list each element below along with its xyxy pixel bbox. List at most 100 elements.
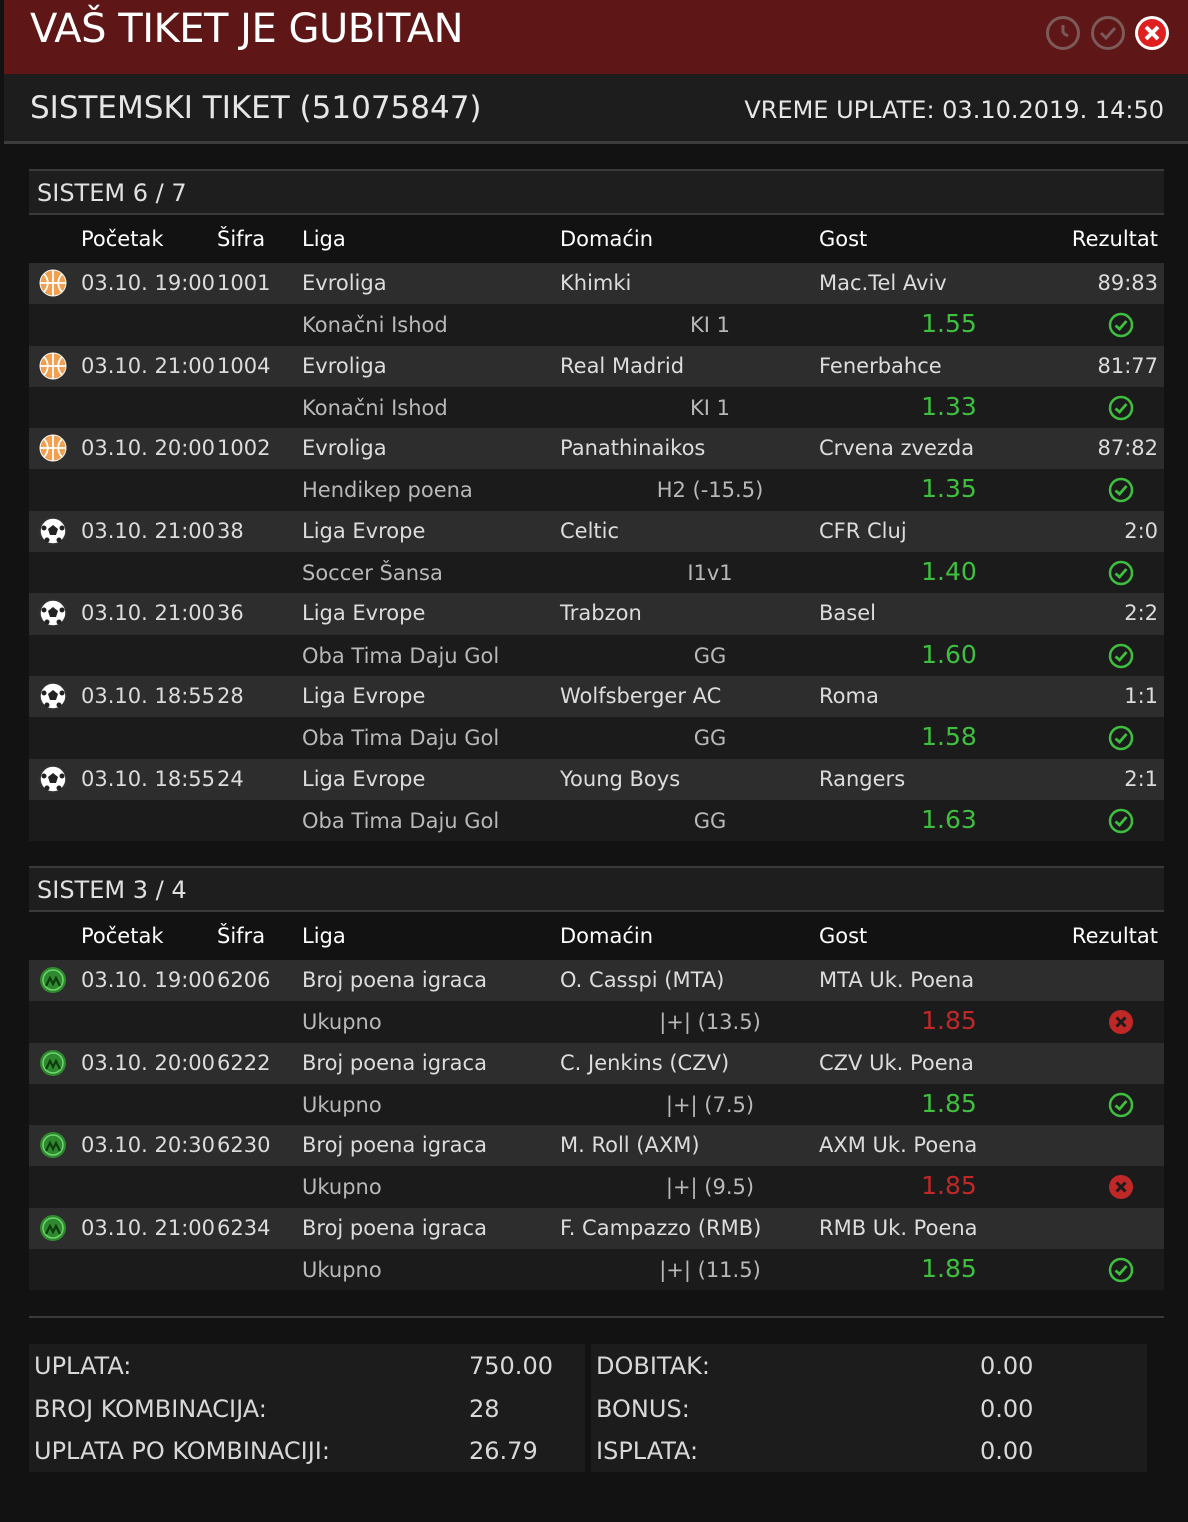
bet-tip: GG	[693, 808, 727, 833]
match-league: Broj poena igraca	[302, 968, 487, 992]
summary-row: UPLATA PO KOMBINACIJI: 26.79	[29, 1429, 585, 1472]
col-code: Šifra	[217, 924, 266, 948]
match-league: Broj poena igraca	[302, 1133, 487, 1158]
match-row: 03.10. 21:00 38 Liga Evrope Celtic CFR Cluj 2…	[29, 510, 1164, 553]
column-headers: Početak Šifra Liga Domaćin Gost Rezultat	[29, 912, 1164, 960]
summary-left: UPLATA: 750.00 BROJ KOMBINACIJA: 28 UPLATA…	[29, 1344, 585, 1474]
check-circle-icon	[1108, 643, 1134, 669]
match-row: 03.10. 20:00 6222 Broj poena igraca C. Jenk…	[29, 1042, 1164, 1084]
close-icon[interactable]	[1135, 16, 1169, 50]
summary-value: 750.00	[469, 1352, 553, 1380]
col-away: Gost	[819, 227, 868, 251]
summary-row: UPLATA: 750.00	[29, 1344, 585, 1387]
match-row: 03.10. 21:00 36 Liga Evrope Trabzon Basel 2:2	[29, 593, 1164, 635]
match-row: 03.10. 18:55 24 Liga Evrope Young Boys Range…	[29, 758, 1164, 800]
match-code: 38	[217, 518, 244, 543]
match-home: C. Jenkins (CZV)	[560, 1050, 730, 1075]
match-code: 6230	[217, 1133, 271, 1158]
summary-row: DOBITAK: 0.00	[591, 1344, 1147, 1387]
player-specials-icon	[38, 1130, 68, 1160]
bet-odd: 1.33	[921, 391, 977, 421]
summary-value: 0.00	[980, 1437, 1034, 1466]
col-home: Domaćin	[560, 227, 654, 251]
bet-tip: |+| (11.5)	[659, 1258, 761, 1283]
check-icon[interactable]	[1091, 16, 1125, 50]
check-circle-icon	[1108, 477, 1134, 503]
bet-odd: 1.35	[921, 474, 977, 504]
bet-market: Ukupno	[302, 1175, 382, 1200]
summary-right: DOBITAK: 0.00 BONUS: 0.00 ISPLATA: 0.00	[591, 1344, 1147, 1474]
football-icon	[38, 681, 68, 711]
title-bar: VAŠ TIKET JE GUBITAN	[4, 0, 1188, 74]
match-away: MTA Uk. Poena	[819, 968, 975, 992]
football-icon	[38, 516, 68, 546]
bet-market: Konačni Ishod	[302, 395, 448, 420]
col-start: Početak	[81, 924, 164, 948]
match-away: CFR Cluj	[819, 518, 907, 543]
system-title: SISTEM 3 / 4	[29, 866, 1164, 912]
match-row: 03.10. 19:00 6206 Broj poena igraca O. Cass…	[29, 960, 1164, 1002]
match-home: F. Campazzo (RMB)	[560, 1215, 762, 1240]
bet-odd: 1.85	[921, 1254, 977, 1284]
bet-row: Ukupno |+| (13.5) 1.85	[29, 1001, 1164, 1043]
match-code: 24	[217, 766, 244, 791]
match-home: Celtic	[560, 518, 620, 543]
match-row: 03.10. 20:00 1002 Evroliga Panathinaikos Crv…	[29, 428, 1164, 470]
bet-odd: 1.58	[921, 722, 977, 752]
bet-market: Ukupno	[302, 1010, 382, 1035]
bet-row: Ukupno |+| (7.5) 1.85	[29, 1083, 1164, 1126]
match-row: 03.10. 18:55 28 Liga Evrope Wolfsberger AC R…	[29, 675, 1164, 718]
match-away: Fenerbahce	[819, 353, 942, 378]
check-circle-icon	[1108, 1092, 1134, 1118]
bet-tip: GG	[693, 643, 727, 668]
check-circle-icon	[1108, 725, 1134, 751]
ticket-id: SISTEMSKI TIKET (51075847)	[30, 90, 482, 126]
match-home: M. Roll (AXM)	[560, 1133, 700, 1158]
bet-row: Soccer Šansa I1v1 1.40	[29, 552, 1164, 594]
summary-value: 28	[469, 1394, 500, 1423]
bet-tip: GG	[693, 726, 727, 751]
match-row: 03.10. 19:00 1001 Evroliga Khimki Mac.Tel Av…	[29, 263, 1164, 305]
match-result: 2:1	[1124, 766, 1158, 791]
bet-odd: 1.85	[921, 1088, 977, 1118]
match-home: Young Boys	[560, 766, 681, 791]
summary-label: DOBITAK:	[596, 1352, 710, 1380]
summary-label: BROJ KOMBINACIJA:	[34, 1394, 267, 1423]
summary-row: BROJ KOMBINACIJA: 28	[29, 1386, 585, 1430]
match-code: 28	[217, 683, 244, 708]
summary-label: UPLATA:	[34, 1352, 132, 1380]
match-league: Broj poena igraca	[302, 1215, 487, 1240]
match-code: 6222	[217, 1050, 271, 1075]
ticket-summary: UPLATA: 750.00 BROJ KOMBINACIJA: 28 UPLATA…	[29, 1316, 1164, 1476]
col-league: Liga	[302, 924, 346, 948]
match-league: Liga Evrope	[302, 683, 426, 708]
bet-row: Konačni Ishod KI 1 1.55	[29, 304, 1164, 346]
match-start: 03.10. 21:00	[81, 518, 215, 543]
match-home: Wolfsberger AC	[560, 683, 722, 708]
match-home: Trabzon	[560, 601, 642, 626]
bet-row: Oba Tima Daju Gol GG 1.60	[29, 634, 1164, 676]
match-code: 1004	[217, 353, 271, 378]
football-icon	[38, 598, 68, 628]
match-league: Broj poena igraca	[302, 1050, 487, 1075]
summary-value: 0.00	[980, 1352, 1034, 1380]
x-circle-icon	[1108, 1009, 1134, 1035]
bet-market: Oba Tima Daju Gol	[302, 808, 500, 833]
col-league: Liga	[302, 227, 346, 251]
summary-value: 26.79	[469, 1437, 538, 1466]
clock-icon[interactable]	[1046, 16, 1080, 50]
summary-label: BONUS:	[596, 1394, 690, 1423]
football-icon	[38, 764, 68, 794]
col-start: Početak	[81, 227, 164, 251]
match-start: 03.10. 21:00	[81, 601, 215, 626]
check-circle-icon	[1108, 808, 1134, 834]
summary-row: BONUS: 0.00	[591, 1386, 1147, 1430]
check-circle-icon	[1108, 1257, 1134, 1283]
match-home: O. Casspi (MTA)	[560, 968, 725, 992]
match-start: 03.10. 21:00	[81, 353, 215, 378]
match-code: 36	[217, 601, 244, 626]
check-circle-icon	[1108, 312, 1134, 338]
system-section-2: SISTEM 3 / 4 Početak Šifra Liga Domaćin …	[29, 866, 1164, 1291]
bet-market: Oba Tima Daju Gol	[302, 643, 500, 668]
match-result: 1:1	[1124, 683, 1158, 708]
